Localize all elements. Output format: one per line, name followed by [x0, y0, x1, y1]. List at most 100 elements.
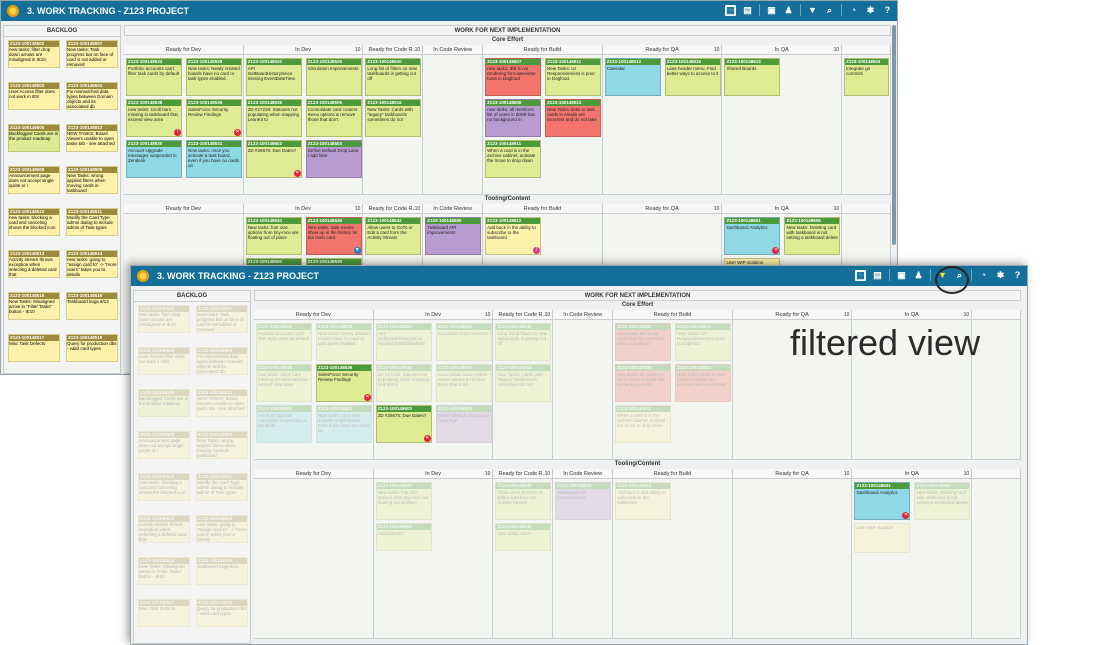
- column-header[interactable]: Ready for Code R... 10: [493, 469, 554, 478]
- task-card[interactable]: Z123-100148505 Consolidate card context m…: [305, 99, 362, 137]
- calendar-icon[interactable]: ▤: [872, 270, 883, 281]
- task-card[interactable]: Z123-100148534 New tasks: font size optio…: [245, 217, 302, 255]
- column-header[interactable]: Ready for Code R... 10: [493, 310, 554, 319]
- backlog-card[interactable]: Z123-100148514 new tasks: going to "assig…: [196, 515, 248, 543]
- task-card[interactable]: Z123-100148540 Long list of filters on ne…: [495, 323, 552, 361]
- task-card[interactable]: Z123-100148531 New tasks: once you activa…: [316, 405, 372, 443]
- backlog-card[interactable]: Z123-100148512 NEW TASKS: Board Viewers u…: [196, 389, 248, 417]
- task-card[interactable]: Z123-100148513 Calendar: [604, 58, 661, 96]
- backlog-card[interactable]: Z123-100148504 Fix mismatched data types …: [66, 82, 118, 110]
- column-header[interactable]: [842, 45, 891, 54]
- column-header[interactable]: Ready for Build: [483, 45, 603, 54]
- task-card[interactable]: Z123-100148611 New Tasks: UI Responsivene…: [675, 323, 732, 361]
- help-icon[interactable]: ?: [1012, 270, 1023, 281]
- task-card[interactable]: Z123-100148516 New Tasks: Cards with "leg…: [365, 99, 422, 137]
- column-header[interactable]: In Dev 10: [373, 310, 494, 319]
- history-icon[interactable]: ◔: [978, 270, 989, 281]
- backlog-card[interactable]: Z123-100148510 new tasks: blocking a card…: [8, 208, 60, 236]
- task-card[interactable]: Z123-100148528 New tasks: Newly created b…: [316, 323, 372, 361]
- column-header[interactable]: In QA 10: [852, 469, 973, 478]
- task-card[interactable]: Z123-100148606 New tasks: Deleting card w…: [914, 482, 971, 520]
- task-card[interactable]: Z123-100148604 Integrate git commits: [844, 58, 890, 96]
- column-header[interactable]: [972, 310, 1021, 319]
- column-header[interactable]: Ready for QA 10: [732, 310, 853, 319]
- column-header[interactable]: Ready for QA 10: [602, 45, 723, 54]
- task-card[interactable]: Z123-100148503 Define Default Drop Lane /…: [305, 140, 362, 178]
- task-card[interactable]: Z123-100148503 Define Default Drop Lane /…: [435, 405, 492, 443]
- backlog-card[interactable]: Z123-100148518 Query for production dbs -…: [196, 599, 248, 627]
- column-header[interactable]: In QA 10: [722, 45, 843, 54]
- column-header[interactable]: In Dev 10: [243, 204, 364, 213]
- task-card[interactable]: Z123-100148611 New Tasks: UI Responsivene…: [545, 58, 602, 96]
- column-header[interactable]: In Code Review: [423, 204, 484, 213]
- task-card[interactable]: Z123-100148611 When a card is in the arch…: [615, 405, 672, 443]
- column-header[interactable]: Ready for Dev: [254, 469, 374, 478]
- task-card[interactable]: Z123-100148531 New tasks: once you activa…: [186, 140, 242, 178]
- calendar-icon[interactable]: ▤: [742, 5, 753, 16]
- column-header[interactable]: Ready for QA 10: [602, 204, 723, 213]
- task-card[interactable]: User WIP violation: [854, 523, 911, 553]
- task-card[interactable]: Z123-100148510 New Tasks: links to task c…: [675, 364, 732, 402]
- column-header[interactable]: Ready for Code R... 10: [363, 204, 424, 213]
- column-header[interactable]: In QA 10: [722, 204, 843, 213]
- task-card[interactable]: Z123-100148613 Shared Boards: [724, 58, 781, 96]
- backlog-card[interactable]: Z123-100148513 Activity stream throws exc…: [138, 515, 190, 543]
- backlog-card[interactable]: Z123-100148508 Announcement page does not…: [8, 166, 60, 194]
- backlog-card[interactable]: Z123-100148515 New Tasks: Misaligned arro…: [8, 292, 60, 320]
- task-card[interactable]: Z123-100148542 Allow users to GoTo or Edi…: [495, 482, 552, 520]
- vertical-scrollbar[interactable]: [892, 25, 896, 245]
- task-card[interactable]: Z123-100148607 new tasks: IE9 is not rend…: [615, 323, 672, 361]
- backlog-card[interactable]: Z123-100148503 User Access filter does no…: [8, 82, 60, 110]
- task-card[interactable]: Z123-100148534 New tasks: font size optio…: [375, 482, 432, 520]
- backlog-card[interactable]: Z123-100148508 Announcement page does not…: [138, 431, 190, 459]
- column-header[interactable]: Ready for Dev: [124, 45, 244, 54]
- column-header[interactable]: [972, 469, 1021, 478]
- column-header[interactable]: Ready for Build: [483, 204, 603, 213]
- backlog-card[interactable]: Z123-100148509 New Tasks: wrong applied f…: [196, 431, 248, 459]
- board-view-icon[interactable]: ▦: [725, 4, 736, 16]
- task-card[interactable]: Z123-100148520 API GetBoardHistorySince m…: [245, 58, 302, 96]
- task-card[interactable]: Z123-100148535 ZD #27228: Statuses not po…: [245, 99, 302, 137]
- task-card[interactable]: Z123-100148612 Add back in the ability to…: [615, 482, 672, 520]
- backlog-card[interactable]: Z123-100148509 New Tasks: wrong applied f…: [66, 166, 118, 194]
- column-header[interactable]: In Code Review: [553, 310, 614, 319]
- backlog-card[interactable]: Z123-100148511 Modify the Card Type admin…: [66, 208, 118, 236]
- backlog-card[interactable]: Z123-100148510 new tasks: blocking a card…: [138, 473, 190, 501]
- backlog-card[interactable]: Z123-100148507 New tasks: Task progress b…: [196, 305, 248, 333]
- search-icon[interactable]: ⌕: [824, 5, 835, 16]
- task-card[interactable]: Z123-100148605 Taskboard API improvements: [555, 482, 612, 520]
- task-card[interactable]: Z123-100148530 Account Upgrade messages s…: [126, 140, 182, 178]
- task-card[interactable]: Z123-100148607 new tasks: IE9 is not rend…: [485, 58, 542, 96]
- task-card[interactable]: Z123-100148533 Portfolio accounts can't f…: [256, 323, 312, 361]
- task-card[interactable]: Z123-100148530 Account Upgrade messages s…: [256, 405, 312, 443]
- task-card[interactable]: Z123-100148605 Taskboard API improvements: [425, 217, 482, 255]
- task-card[interactable]: Z123-100148510 New Tasks: links to task c…: [545, 99, 602, 137]
- backlog-card[interactable]: Z123-100148512 NEW TASKS: Board Viewers u…: [66, 124, 118, 152]
- task-card[interactable]: Z123-100148516 New Tasks: Cards with "leg…: [495, 364, 552, 402]
- column-header[interactable]: Ready for Dev: [254, 310, 374, 319]
- reports-icon[interactable]: ▣: [766, 5, 777, 16]
- column-header[interactable]: Ready for Build: [613, 310, 733, 319]
- settings-icon[interactable]: ✱: [995, 270, 1006, 281]
- column-header[interactable]: Ready for Build: [613, 469, 733, 478]
- backlog-card[interactable]: Z123-100148504 Fix mismatched data types …: [196, 347, 248, 375]
- task-card[interactable]: Z123-100148520 API GetBoardHistorySince m…: [375, 323, 432, 361]
- task-card[interactable]: Z123-100148526 Simulation Improvements: [305, 58, 362, 96]
- backlog-card[interactable]: Z123-100148517 Misc Task Defects: [138, 599, 190, 627]
- history-icon[interactable]: ◔: [848, 5, 859, 16]
- users-icon[interactable]: ♟: [783, 5, 794, 16]
- filter-icon[interactable]: ▼: [807, 5, 818, 16]
- column-header[interactable]: In Code Review: [423, 45, 484, 54]
- backlog-card[interactable]: Z123-100148502 new tasks: filter drop dow…: [8, 40, 60, 68]
- task-card[interactable]: Z123-100148606 New tasks: Deleting card w…: [784, 217, 841, 255]
- task-card[interactable]: Z123-100148505 Consolidate card context m…: [435, 364, 492, 402]
- column-header[interactable]: In Code Review: [553, 469, 614, 478]
- column-header[interactable]: [842, 204, 891, 213]
- backlog-card[interactable]: Z123-100148513 Activity stream throws exc…: [8, 250, 60, 278]
- backlog-card[interactable]: Z123-100148511 Modify the Card Type admin…: [196, 473, 248, 501]
- column-header[interactable]: Ready for Dev: [124, 204, 244, 213]
- task-card[interactable]: Z123-100148538 new tasks: scroll bars mis…: [256, 364, 312, 402]
- backlog-card[interactable]: Z123-100148516 Taskboard bugs 8/14: [196, 557, 248, 585]
- backlog-card[interactable]: Z123-100148517 Misc Task Defects: [8, 334, 60, 362]
- task-card[interactable]: Z123-100148535 ZD #27228: Statuses not po…: [375, 364, 432, 402]
